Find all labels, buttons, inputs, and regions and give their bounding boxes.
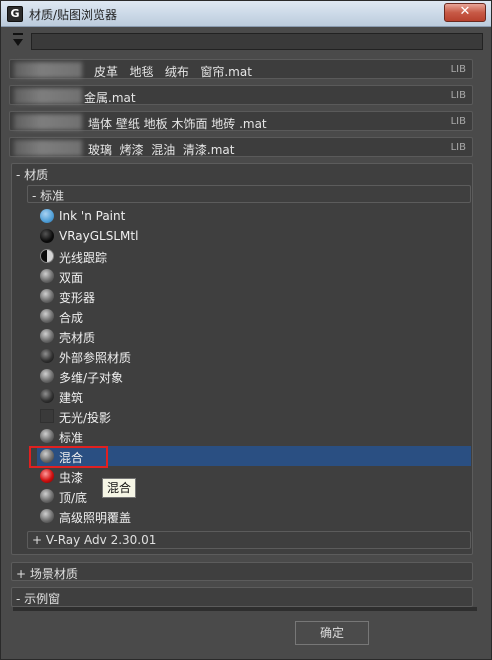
material-label: Ink 'n Paint xyxy=(59,209,126,223)
blurred-library-prefix xyxy=(14,62,82,78)
search-by-name-input[interactable] xyxy=(31,33,483,50)
material-item[interactable]: 标准 xyxy=(37,426,471,446)
material-label: 壳材质 xyxy=(59,331,96,345)
library-row[interactable]: 玻璃 烤漆 混油 清漆.mat LIB xyxy=(9,137,473,157)
vray-group-header-bar[interactable]: + V-Ray Adv 2.30.01 xyxy=(27,531,471,549)
material-label: 无光/投影 xyxy=(59,411,112,425)
close-button[interactable]: ✕ xyxy=(444,3,486,22)
material-item[interactable]: Ink 'n Paint xyxy=(37,206,471,226)
blurred-library-prefix xyxy=(14,88,82,104)
material-swatch-icon xyxy=(40,309,54,323)
standard-group-header: - 标准 xyxy=(32,189,65,203)
material-swatch-icon xyxy=(40,229,54,243)
material-swatch-icon xyxy=(40,369,54,383)
material-browser-window: G 材质/贴图浏览器 ✕ 皮革 地毯 绒布 窗帘.mat LIB 金属.mat … xyxy=(0,0,492,660)
library-name: 墙体 壁纸 地板 木饰面 地砖 .mat xyxy=(88,117,267,131)
scene-materials-header: + 场景材质 xyxy=(16,567,78,581)
blurred-library-prefix xyxy=(14,140,82,156)
material-item[interactable]: 光线跟踪 xyxy=(37,246,471,266)
material-swatch-icon xyxy=(40,429,54,443)
material-item[interactable]: 壳材质 xyxy=(37,326,471,346)
library-tag: LIB xyxy=(450,90,466,101)
material-label: 虫漆 xyxy=(59,471,84,485)
material-item[interactable]: VRayGLSLMtl xyxy=(37,226,471,246)
material-swatch-icon xyxy=(40,489,54,503)
library-name: 皮革 地毯 绒布 窗帘.mat xyxy=(94,65,252,79)
material-label: 合成 xyxy=(59,311,84,325)
library-row[interactable]: 皮革 地毯 绒布 窗帘.mat LIB xyxy=(9,59,473,79)
material-label: 外部参照材质 xyxy=(59,351,132,365)
library-tag: LIB xyxy=(450,142,466,153)
blurred-library-prefix xyxy=(14,114,82,130)
material-label: 顶/底 xyxy=(59,491,88,505)
material-swatch-icon xyxy=(40,409,54,423)
material-label: 变形器 xyxy=(59,291,96,305)
library-row[interactable]: 金属.mat LIB xyxy=(9,85,473,105)
vray-group-header: + V-Ray Adv 2.30.01 xyxy=(32,533,157,547)
ok-button[interactable]: 确定 xyxy=(295,621,369,645)
material-swatch-icon xyxy=(40,509,54,523)
material-label: 高级照明覆盖 xyxy=(59,511,132,525)
library-name: 金属.mat xyxy=(84,91,136,105)
sample-slots-strip xyxy=(13,607,477,611)
material-item[interactable]: 多维/子对象 xyxy=(37,366,471,386)
material-label: 建筑 xyxy=(59,391,84,405)
selection-highlight-box xyxy=(29,446,108,468)
app-3dsmax-icon: G xyxy=(7,6,23,22)
material-swatch-icon xyxy=(40,289,54,303)
material-label: 标准 xyxy=(59,431,84,445)
material-label: 双面 xyxy=(59,271,84,285)
material-item[interactable]: 外部参照材质 xyxy=(37,346,471,366)
material-label: 多维/子对象 xyxy=(59,371,124,385)
tooltip: 混合 xyxy=(102,478,136,498)
material-item[interactable]: 高级照明覆盖 xyxy=(37,506,471,526)
material-item[interactable]: 无光/投影 xyxy=(37,406,471,426)
material-swatch-icon xyxy=(40,249,54,263)
title-bar[interactable]: G 材质/贴图浏览器 ✕ xyxy=(1,1,491,27)
material-swatch-icon xyxy=(40,329,54,343)
sample-slots-group[interactable]: - 示例窗 xyxy=(11,587,473,607)
material-label: VRayGLSLMtl xyxy=(59,229,139,243)
material-swatch-icon xyxy=(40,349,54,363)
material-item[interactable]: 双面 xyxy=(37,266,471,286)
material-swatch-icon xyxy=(40,269,54,283)
material-swatch-icon xyxy=(40,209,54,223)
library-row[interactable]: 墙体 壁纸 地板 木饰面 地砖 .mat LIB xyxy=(9,111,473,131)
material-item[interactable]: 建筑 xyxy=(37,386,471,406)
sample-slots-header: - 示例窗 xyxy=(16,592,61,606)
material-swatch-icon xyxy=(40,469,54,483)
library-tag: LIB xyxy=(450,116,466,127)
materials-group-header[interactable]: - 材质 xyxy=(16,166,48,183)
library-name: 玻璃 烤漆 混油 清漆.mat xyxy=(88,143,235,157)
material-label: 光线跟踪 xyxy=(59,251,108,265)
scene-materials-group[interactable]: + 场景材质 xyxy=(11,562,473,581)
material-item[interactable]: 变形器 xyxy=(37,286,471,306)
window-title: 材质/贴图浏览器 xyxy=(29,8,118,22)
standard-group-header-bar[interactable]: - 标准 xyxy=(27,185,471,203)
material-swatch-icon xyxy=(40,389,54,403)
options-menu-bar xyxy=(13,33,23,35)
browser-toolbar xyxy=(9,33,483,51)
options-dropdown-icon[interactable] xyxy=(13,39,23,46)
library-tag: LIB xyxy=(450,64,466,75)
material-item[interactable]: 合成 xyxy=(37,306,471,326)
